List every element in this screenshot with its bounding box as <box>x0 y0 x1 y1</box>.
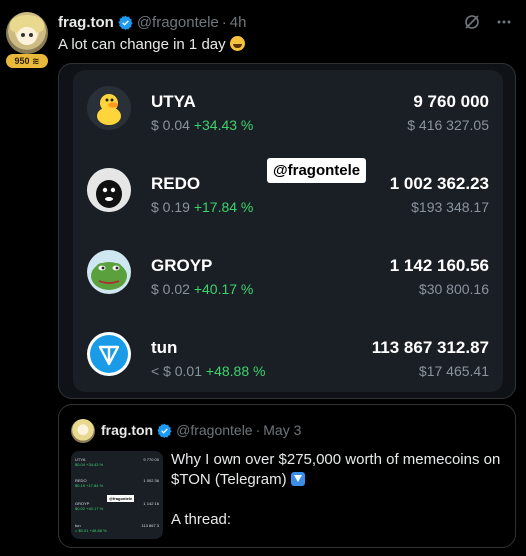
post-media-card[interactable]: UTYA $ 0.04 +34.43 % 9 760 000 $ 416 327… <box>58 63 516 399</box>
thumb-row: GROYP 1 142 16 $0.02 +40.17 % <box>75 501 159 511</box>
down-arrow-icon <box>290 472 305 486</box>
token-change: +34.43 % <box>193 117 254 133</box>
token-value: $30 800.16 <box>418 281 489 297</box>
quoted-author-name[interactable]: frag.ton <box>101 422 153 438</box>
token-name: UTYA <box>151 92 196 111</box>
quoted-line-1: Why I own over $275,000 worth of memecoi… <box>171 451 501 468</box>
quoted-line-3: A thread: <box>171 511 232 528</box>
token-row-tun: tun < $ 0.01 +48.88 % 113 867 312.87 $17… <box>73 316 503 396</box>
quoted-media-thumbnail[interactable]: UTYA 9 770 00 $0.04 +34.43 % REDO 1 002 36 $… <box>71 451 163 539</box>
quoted-post-text: Why I own over $275,000 worth of memecoi… <box>171 450 501 530</box>
grinning-sweat-emoji-icon <box>229 36 245 51</box>
thumb-row: UTYA 9 770 00 $0.04 +34.43 % <box>75 457 159 467</box>
token-value: $ 416 327.05 <box>407 117 489 133</box>
token-name: GROYP <box>151 256 213 275</box>
token-price: < $ 0.01 +48.88 % <box>151 363 266 379</box>
post-header: frag.ton @fragontele · 4h <box>58 14 246 31</box>
grok-icon[interactable] <box>464 14 480 30</box>
verified-badge-icon <box>157 423 172 438</box>
quoted-post-time[interactable]: May 3 <box>263 422 301 438</box>
author-name[interactable]: frag.ton <box>58 14 114 31</box>
quoted-line-2: $TON (Telegram) <box>171 470 501 490</box>
token-price: $ 0.02 +40.17 % <box>151 281 254 297</box>
quoted-author-avatar[interactable] <box>71 419 95 443</box>
token-amount: 113 867 312.87 <box>371 338 489 357</box>
quoted-post[interactable]: frag.ton @fragontele · May 3 UTYA 9 770 0… <box>58 404 516 548</box>
post-text-content: A lot can change in 1 day <box>58 36 226 53</box>
token-value: $17 465.41 <box>418 363 489 379</box>
token-value: $193 348.17 <box>411 199 489 215</box>
redo-icon <box>87 168 131 212</box>
separator-dot: · <box>255 422 261 438</box>
token-amount: 1 002 362.23 <box>389 174 489 193</box>
thumb-row: tun 113 867 3 < $0.01 +48.88 % <box>75 523 159 533</box>
post-time[interactable]: 4h <box>230 14 247 31</box>
token-change: +48.88 % <box>205 363 266 379</box>
frog-icon <box>87 250 131 294</box>
post-actions <box>464 14 512 30</box>
author-handle[interactable]: @fragontele <box>137 14 219 31</box>
token-price: $ 0.04 +34.43 % <box>151 117 254 133</box>
verified-badge-icon <box>118 15 133 30</box>
author-avatar[interactable] <box>6 12 48 54</box>
token-row-groyp: GROYP $ 0.02 +40.17 % 1 142 160.56 $30 8… <box>73 234 503 314</box>
separator-dot: · <box>221 14 227 31</box>
token-price: $ 0.19 +17.84 % <box>151 199 254 215</box>
quoted-author-handle[interactable]: @fragontele <box>176 422 252 438</box>
ton-icon <box>87 332 131 376</box>
xp-badge-value: 950 <box>14 56 30 66</box>
token-amount: 1 142 160.56 <box>389 256 489 275</box>
duck-icon <box>87 86 131 130</box>
xp-badge: 950 ≋ <box>6 54 48 68</box>
token-change: +40.17 % <box>193 281 254 297</box>
token-change: +17.84 % <box>193 199 254 215</box>
more-icon[interactable] <box>496 14 512 30</box>
quoted-post-header: frag.ton @fragontele · May 3 <box>101 422 301 438</box>
token-amount: 9 760 000 <box>413 92 489 111</box>
thumb-row: REDO 1 002 36 $0.19 +17.84 % <box>75 478 159 488</box>
thumb-watermark: @fragontele <box>107 495 135 502</box>
post-text: A lot can change in 1 day <box>58 36 245 53</box>
watermark-label: @fragontele <box>267 158 367 183</box>
token-name: REDO <box>151 174 201 193</box>
token-row-utya: UTYA $ 0.04 +34.43 % 9 760 000 $ 416 327… <box>73 70 503 150</box>
wallet-screenshot: UTYA $ 0.04 +34.43 % 9 760 000 $ 416 327… <box>73 70 503 392</box>
token-name: tun <box>151 338 178 357</box>
